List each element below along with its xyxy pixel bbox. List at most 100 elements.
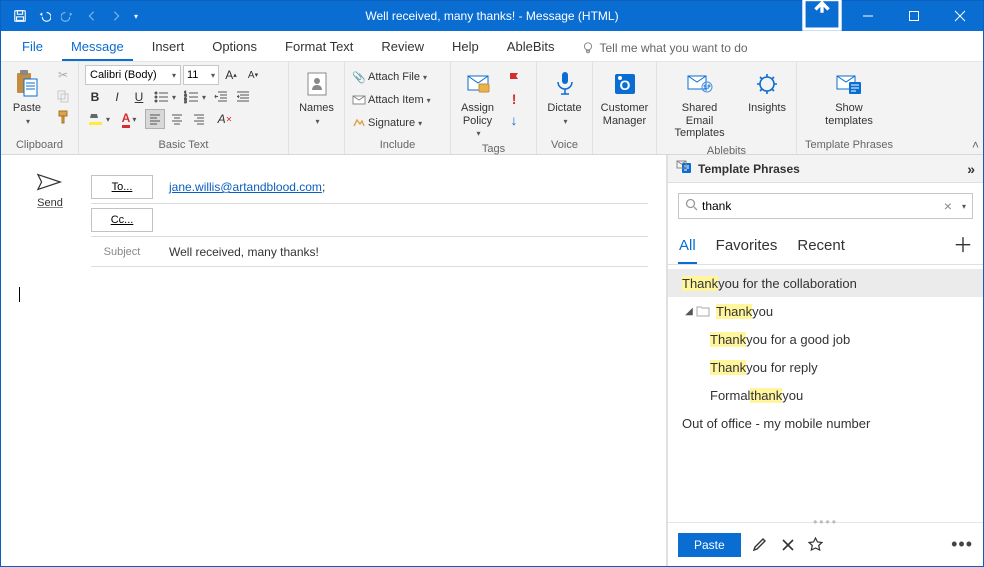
send-label: Send (37, 197, 63, 209)
format-painter-icon[interactable] (53, 107, 73, 127)
redo-icon[interactable] (57, 5, 79, 27)
tab-insert[interactable]: Insert (143, 33, 194, 61)
subject-label: Subject (91, 246, 153, 258)
minimize-button[interactable] (845, 1, 891, 31)
group-voice: Dictate ▾ Voice (537, 62, 593, 154)
attach-file-button[interactable]: 📎Attach File▾ (351, 67, 431, 87)
insights-button[interactable]: Insights (744, 65, 790, 118)
maximize-button[interactable] (891, 1, 937, 31)
tab-ablebits[interactable]: AbleBits (498, 33, 564, 61)
group-basic-text: Calibri (Body)▾ 11▾ A▴ A▾ B I U ▾ 123▾ ▾… (79, 62, 289, 154)
align-center-icon[interactable] (167, 109, 187, 129)
numbering-icon[interactable]: 123▾ (181, 87, 209, 107)
resize-grip-icon[interactable]: •••• (813, 515, 838, 529)
names-button[interactable]: Names ▾ (295, 65, 338, 129)
tab-format-text[interactable]: Format Text (276, 33, 362, 61)
delete-template-icon[interactable] (779, 536, 797, 554)
more-options-icon[interactable]: ••• (951, 534, 973, 555)
expand-pane-icon[interactable]: » (967, 161, 975, 177)
clear-formatting-icon[interactable]: A✕ (211, 109, 239, 129)
to-button[interactable]: To... (91, 175, 153, 199)
group-include-label: Include (351, 137, 444, 154)
pane-tab-all[interactable]: All (678, 231, 697, 264)
template-phrases-pane: Template Phrases » × ▾ All Favorites Rec… (667, 155, 983, 566)
paste-button[interactable]: Paste ▾ (7, 65, 47, 129)
search-input[interactable] (702, 199, 940, 213)
bold-icon[interactable]: B (85, 87, 105, 107)
highlight-icon[interactable]: ▾ (85, 109, 113, 129)
folder-icon (696, 305, 712, 317)
high-importance-icon[interactable]: ! (504, 89, 524, 109)
pane-tab-recent[interactable]: Recent (796, 231, 846, 262)
forward-icon[interactable] (105, 5, 127, 27)
font-size-selector[interactable]: 11▾ (183, 65, 219, 85)
dictate-button[interactable]: Dictate ▾ (543, 65, 585, 129)
attach-item-button[interactable]: Attach Item▾ (351, 90, 431, 110)
pane-tab-favorites[interactable]: Favorites (715, 231, 779, 262)
template-item[interactable]: Thank you for reply (668, 353, 983, 381)
tab-options[interactable]: Options (203, 33, 266, 61)
template-item[interactable]: Thank you for a good job (668, 325, 983, 353)
signature-button[interactable]: Signature▾ (351, 113, 431, 133)
paste-template-button[interactable]: Paste (678, 533, 741, 557)
customer-manager-button[interactable]: O Customer Manager (597, 65, 653, 130)
tab-file[interactable]: File (13, 33, 52, 61)
template-folder[interactable]: ◢ Thank you (668, 297, 983, 325)
template-item[interactable]: Formal thank you (668, 381, 983, 409)
decrease-indent-icon[interactable] (211, 87, 231, 107)
clear-search-icon[interactable]: × (944, 198, 952, 214)
search-dropdown-icon[interactable]: ▾ (958, 202, 966, 211)
align-left-icon[interactable] (145, 109, 165, 129)
align-right-icon[interactable] (189, 109, 209, 129)
to-row: To... jane.willis@artandblood.com; (91, 171, 648, 204)
favorite-template-icon[interactable] (807, 536, 825, 554)
close-button[interactable] (937, 1, 983, 31)
assign-policy-icon (462, 68, 494, 100)
tab-review[interactable]: Review (372, 33, 433, 61)
save-icon[interactable] (9, 5, 31, 27)
font-name-selector[interactable]: Calibri (Body)▾ (85, 65, 181, 85)
to-value[interactable]: jane.willis@artandblood.com (169, 180, 322, 194)
send-button[interactable]: Send (19, 171, 81, 267)
send-icon (36, 171, 64, 193)
cut-icon[interactable]: ✂ (53, 65, 73, 85)
shrink-font-icon[interactable]: A▾ (243, 65, 263, 85)
copy-icon[interactable] (53, 86, 73, 106)
tree-collapse-icon[interactable]: ◢ (682, 306, 696, 317)
shared-templates-label: Shared Email Templates (667, 102, 732, 140)
italic-icon[interactable]: I (107, 87, 127, 107)
tab-help[interactable]: Help (443, 33, 488, 61)
add-template-icon[interactable]: ＋ (953, 229, 973, 264)
subject-value[interactable]: Well received, many thanks! (169, 245, 319, 259)
collapse-ribbon-icon[interactable]: ˄ (972, 138, 979, 152)
chevron-down-icon: ▾ (106, 115, 110, 124)
shared-email-templates-button[interactable]: Shared Email Templates (663, 65, 736, 143)
increase-indent-icon[interactable] (233, 87, 253, 107)
template-item[interactable]: Thank you for the collaboration (668, 269, 983, 297)
undo-icon[interactable] (33, 5, 55, 27)
paste-label: Paste (13, 102, 41, 115)
font-color-icon[interactable]: A▾ (115, 109, 143, 129)
cc-button[interactable]: Cc... (91, 208, 153, 232)
show-templates-button[interactable]: Show templates (821, 65, 877, 130)
edit-template-icon[interactable] (751, 536, 769, 554)
follow-up-flag-icon[interactable] (504, 68, 524, 88)
back-icon[interactable] (81, 5, 103, 27)
pane-title: Template Phrases (698, 162, 961, 176)
search-box[interactable]: × ▾ (678, 193, 973, 219)
qat-dropdown-icon[interactable]: ▾ (129, 5, 143, 27)
clipboard-small-buttons: ✂ (53, 65, 73, 127)
low-importance-icon[interactable]: ↓ (504, 110, 524, 130)
tell-me-search[interactable]: Tell me what you want to do (580, 40, 748, 61)
grow-font-icon[interactable]: A▴ (221, 65, 241, 85)
template-item[interactable]: Out of office - my mobile number (668, 409, 983, 437)
signature-icon (351, 115, 367, 131)
ribbon-display-options-icon[interactable] (799, 1, 845, 31)
tell-me-placeholder: Tell me what you want to do (600, 41, 748, 55)
message-body[interactable] (1, 273, 666, 566)
tab-message[interactable]: Message (62, 33, 133, 61)
bullets-icon[interactable]: ▾ (151, 87, 179, 107)
svg-text:3: 3 (184, 99, 187, 104)
assign-policy-button[interactable]: Assign Policy▾ (457, 65, 498, 141)
underline-icon[interactable]: U (129, 87, 149, 107)
